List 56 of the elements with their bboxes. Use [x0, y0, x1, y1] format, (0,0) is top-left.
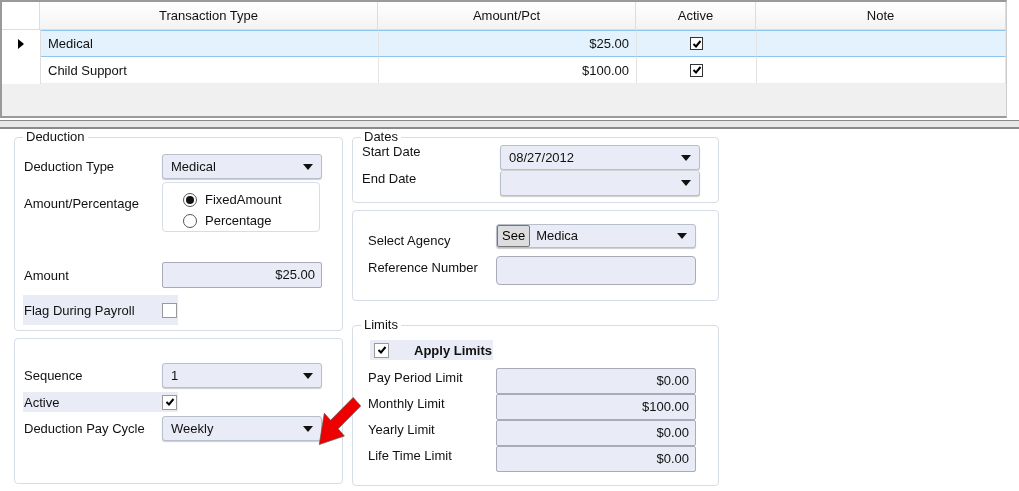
field-label: End Date: [362, 171, 418, 186]
radio-button[interactable]: [183, 192, 197, 207]
checkbox[interactable]: [690, 37, 703, 50]
field-label: Reference Number: [368, 260, 479, 275]
grid-row[interactable]: Child Support $100.00: [2, 57, 1006, 84]
checkbox[interactable]: [162, 394, 177, 410]
input-field[interactable]: [496, 256, 696, 285]
field-label: Start Date: [362, 144, 422, 159]
input-field[interactable]: $0.00: [496, 368, 696, 394]
row-pointer-icon: [18, 38, 24, 49]
field-label: Monthly Limit: [368, 396, 446, 411]
checkbox-label: Apply Limits: [414, 342, 492, 358]
dropdown[interactable]: 1: [162, 363, 322, 388]
radio-button[interactable]: [183, 213, 197, 228]
checkbox-label: Active: [24, 394, 61, 410]
checkbox-label: Flag During Payroll: [24, 302, 136, 318]
checkbox[interactable]: [374, 342, 389, 358]
checkbox[interactable]: [690, 63, 703, 77]
column-header[interactable]: Transaction Type: [40, 2, 378, 30]
radio-label: Percentage: [205, 213, 272, 228]
column-header[interactable]: Active: [636, 2, 756, 30]
caret-icon: [303, 425, 313, 432]
caret-icon: [681, 180, 691, 186]
dropdown[interactable]: Weekly: [162, 416, 322, 441]
input-field[interactable]: $0.00: [496, 446, 696, 472]
input-field[interactable]: $25.00: [162, 262, 322, 288]
column-header[interactable]: Amount/Pct: [378, 2, 636, 30]
field-label: Amount/Percentage: [24, 196, 140, 211]
field-label: Deduction Pay Cycle: [24, 421, 146, 436]
field-label: Amount: [24, 267, 70, 283]
splitter-bar[interactable]: [0, 120, 1019, 129]
input-field[interactable]: $0.00: [496, 420, 696, 446]
column-header[interactable]: Note: [756, 2, 1006, 30]
table-cell: Child Support: [41, 57, 379, 84]
checkbox[interactable]: [162, 302, 177, 318]
field-label: Sequence: [24, 368, 84, 383]
grid-corner: [2, 2, 40, 30]
dropdown[interactable]: See Medica: [496, 223, 696, 248]
caret-icon: [677, 232, 687, 239]
field-label: Deduction Type: [24, 159, 116, 174]
field-label: Life Time Limit: [368, 448, 453, 463]
caret-icon: [303, 163, 313, 170]
dropdown[interactable]: Medical: [162, 154, 322, 179]
date-picker[interactable]: 08/27/2012: [500, 145, 700, 170]
caret-icon: [303, 372, 313, 379]
table-cell: $25.00: [379, 30, 637, 57]
table-cell: Medical: [41, 30, 379, 57]
field-label: Select Agency: [368, 233, 452, 248]
field-label: Yearly Limit: [368, 422, 436, 437]
caret-icon: [681, 154, 691, 161]
input-field[interactable]: $100.00: [496, 394, 696, 420]
radio-label: FixedAmount: [205, 192, 282, 207]
see-button[interactable]: See: [497, 224, 531, 247]
arrow-annotation: [318, 396, 362, 446]
table-cell: $100.00: [379, 57, 637, 84]
field-label: Pay Period Limit: [368, 370, 464, 385]
